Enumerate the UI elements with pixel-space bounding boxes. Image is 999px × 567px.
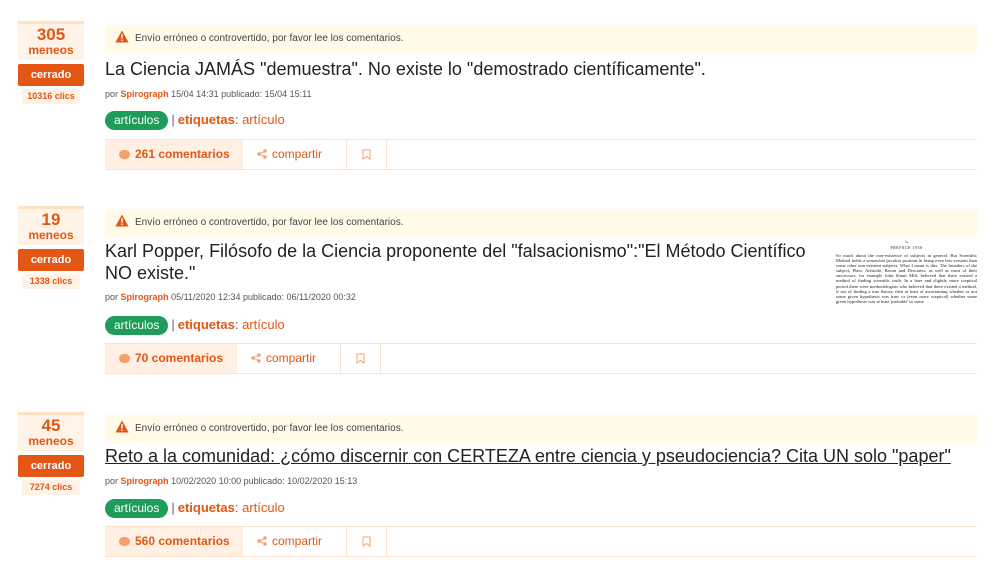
share-button[interactable]: compartir xyxy=(243,527,347,556)
comments-label: 70 comentarios xyxy=(135,351,224,365)
warning-text: Envío erróneo o controvertido, por favor… xyxy=(135,217,404,228)
story-title[interactable]: La Ciencia JAMÁS "demuestra". No existe … xyxy=(105,58,825,80)
vote-box: 45 meneos cerrado 7274 clics xyxy=(18,412,84,495)
tags-colon: : xyxy=(234,112,243,127)
story-meta: por Spirograph 15/04 14:31 publicado: 15… xyxy=(105,89,312,99)
share-label: compartir xyxy=(272,147,323,161)
tags-label: etiquetas xyxy=(177,112,235,127)
vote-box: 305 meneos cerrado 10316 clics xyxy=(18,21,84,104)
share-label: compartir xyxy=(266,351,317,365)
meta-dates: 15/04 14:31 publicado: 15/04 15:11 xyxy=(171,89,312,99)
comment-icon xyxy=(119,537,130,546)
vote-count-box: 305 meneos xyxy=(18,21,84,60)
meta-dates: 10/02/2020 10:00 publicado: 10/02/2020 1… xyxy=(171,476,358,486)
meta-prefix: por xyxy=(105,292,119,302)
author-link[interactable]: Spirograph xyxy=(121,476,169,486)
tag-link[interactable]: artículo xyxy=(242,112,285,127)
share-button[interactable]: compartir xyxy=(237,344,341,373)
vote-count: 305 xyxy=(36,25,66,44)
comments-label: 560 comentarios xyxy=(135,534,230,548)
comments-button[interactable]: 70 comentarios xyxy=(105,344,237,373)
warning-icon xyxy=(115,214,129,227)
share-icon xyxy=(251,353,261,363)
comments-button[interactable]: 560 comentarios xyxy=(105,527,243,556)
vote-label: meneos xyxy=(28,43,74,57)
favorite-button[interactable] xyxy=(347,140,387,169)
warning-icon xyxy=(115,30,129,43)
meta-prefix: por xyxy=(105,476,119,486)
story-meta: por Spirograph 05/11/2020 12:34 publicad… xyxy=(105,292,356,302)
bookmark-icon xyxy=(362,536,371,547)
author-link[interactable]: Spirograph xyxy=(121,89,169,99)
tag-link[interactable]: artículo xyxy=(242,500,285,515)
tags-colon: : xyxy=(234,317,243,332)
tags-separator: | xyxy=(171,317,175,332)
status-badge[interactable]: cerrado xyxy=(18,64,84,86)
favorite-button[interactable] xyxy=(347,527,387,556)
bookmark-icon xyxy=(356,353,365,364)
tags-separator: | xyxy=(171,500,175,515)
author-link[interactable]: Spirograph xyxy=(121,292,169,302)
warning-text: Envío erróneo o controvertido, por favor… xyxy=(135,423,404,434)
share-button[interactable]: compartir xyxy=(243,140,347,169)
vote-label: meneos xyxy=(28,228,74,242)
share-icon xyxy=(257,536,267,546)
share-label: compartir xyxy=(272,534,323,548)
tags-row: artículos | etiquetas: artículo xyxy=(105,498,285,518)
vote-box: 19 meneos cerrado 1338 clics xyxy=(18,206,84,289)
comment-icon xyxy=(119,150,130,159)
category-pill[interactable]: artículos xyxy=(105,316,169,335)
story-meta: por Spirograph 10/02/2020 10:00 publicad… xyxy=(105,476,357,486)
status-badge[interactable]: cerrado xyxy=(18,455,84,477)
meta-prefix: por xyxy=(105,89,119,99)
tags-row: artículos | etiquetas: artículo xyxy=(105,315,285,335)
category-pill[interactable]: artículos xyxy=(105,111,169,130)
comments-button[interactable]: 261 comentarios xyxy=(105,140,243,169)
story-thumbnail[interactable]: 5 PREFACE 1956 So much about the non-exi… xyxy=(836,240,977,330)
status-badge[interactable]: cerrado xyxy=(18,249,84,271)
category-pill[interactable]: artículos xyxy=(105,499,169,518)
vote-count: 45 xyxy=(41,416,61,435)
clicks-count: 1338 clics xyxy=(22,274,80,289)
tags-colon: : xyxy=(234,500,243,515)
actions-bar: 261 comentarios compartir xyxy=(105,139,977,170)
vote-count-box: 19 meneos xyxy=(18,206,84,245)
actions-bar: 70 comentarios compartir xyxy=(105,343,977,374)
thumbnail-text: So much about the non-existence of subje… xyxy=(836,253,977,304)
comment-icon xyxy=(119,354,130,363)
thumbnail-heading: PREFACE 1956 xyxy=(890,245,923,250)
favorite-button[interactable] xyxy=(341,344,381,373)
comments-label: 261 comentarios xyxy=(135,147,230,161)
tags-label: etiquetas xyxy=(177,317,235,332)
clicks-count: 7274 clics xyxy=(22,480,80,495)
meta-dates: 05/11/2020 12:34 publicado: 06/11/2020 0… xyxy=(171,292,356,302)
warning-icon xyxy=(115,420,129,433)
vote-count-box: 45 meneos xyxy=(18,412,84,451)
vote-label: meneos xyxy=(28,434,74,448)
clicks-count: 10316 clics xyxy=(22,89,80,104)
story-title[interactable]: Karl Popper, Filósofo de la Ciencia prop… xyxy=(105,240,825,284)
tags-separator: | xyxy=(171,112,175,127)
warning-text: Envío erróneo o controvertido, por favor… xyxy=(135,33,404,44)
warning-banner: Envío erróneo o controvertido, por favor… xyxy=(105,209,977,237)
tag-link[interactable]: artículo xyxy=(242,317,285,332)
bookmark-icon xyxy=(362,149,371,160)
warning-banner: Envío erróneo o controvertido, por favor… xyxy=(105,25,977,53)
share-icon xyxy=(257,149,267,159)
tags-row: artículos | etiquetas: artículo xyxy=(105,110,285,130)
tags-label: etiquetas xyxy=(177,500,235,515)
vote-count: 19 xyxy=(41,210,61,229)
warning-banner: Envío erróneo o controvertido, por favor… xyxy=(105,415,977,443)
story-title[interactable]: Reto a la comunidad: ¿cómo discernir con… xyxy=(105,445,965,467)
actions-bar: 560 comentarios compartir xyxy=(105,526,977,557)
